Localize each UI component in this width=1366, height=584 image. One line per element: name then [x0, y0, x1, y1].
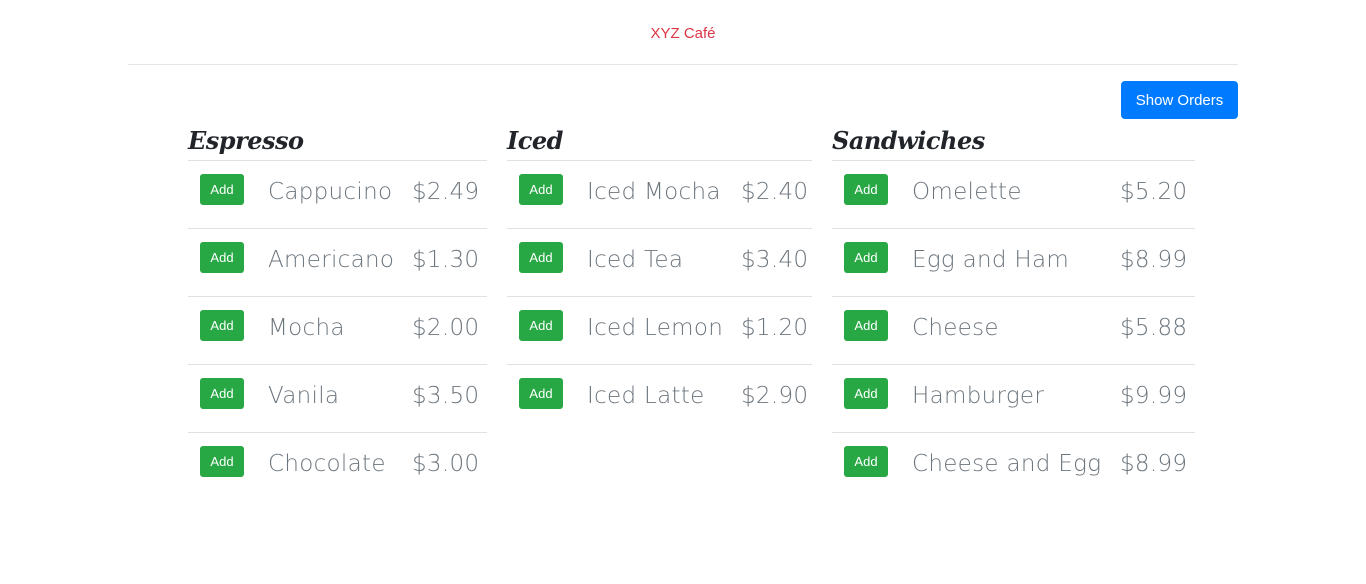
item-name: Omelette [912, 179, 1022, 205]
menu-item-iced-lemon: Add Iced Lemon $1.20 [507, 297, 812, 365]
category-title: Espresso [188, 120, 487, 161]
item-name: Cappucino [268, 179, 393, 205]
item-name: Iced Mocha [587, 179, 721, 205]
item-name: Hamburger [912, 383, 1045, 409]
category-espresso: Espresso Add Cappucino $2.49 Add America… [188, 120, 487, 501]
menu-item-cappucino: Add Cappucino $2.49 [188, 161, 487, 229]
item-name: Egg and Ham [912, 247, 1070, 273]
menu-item-iced-latte: Add Iced Latte $2.90 [507, 365, 812, 433]
item-price: $8.99 [1120, 451, 1188, 477]
item-name: Cheese and Egg [912, 451, 1102, 477]
item-price: $2.49 [412, 179, 480, 205]
add-button[interactable]: Add [844, 242, 888, 273]
item-price: $9.99 [1120, 383, 1188, 409]
menu-item-chocolate: Add Chocolate $3.00 [188, 433, 487, 501]
item-name: Americano [268, 247, 395, 273]
add-button[interactable]: Add [844, 310, 888, 341]
menu-item-americano: Add Americano $1.30 [188, 229, 487, 297]
add-button[interactable]: Add [844, 446, 888, 477]
menu-item-egg-and-ham: Add Egg and Ham $8.99 [832, 229, 1195, 297]
category-iced: Iced Add Iced Mocha $2.40 Add Iced Tea $… [507, 120, 812, 433]
brand-link[interactable]: XYZ Café [650, 25, 715, 42]
menu-item-vanila: Add Vanila $3.50 [188, 365, 487, 433]
navbar: XYZ Café [128, 0, 1238, 65]
item-name: Mocha [268, 315, 345, 341]
show-orders-button[interactable]: Show Orders [1121, 81, 1238, 119]
add-button[interactable]: Add [200, 446, 244, 477]
category-sandwiches: Sandwiches Add Omelette $5.20 Add Egg an… [832, 120, 1195, 501]
item-price: $3.00 [412, 451, 480, 477]
add-button[interactable]: Add [519, 310, 563, 341]
category-title: Iced [507, 120, 812, 161]
menu-item-mocha: Add Mocha $2.00 [188, 297, 487, 365]
item-price: $1.30 [412, 247, 480, 273]
item-name: Vanila [268, 383, 340, 409]
item-price: $1.20 [741, 315, 809, 341]
item-price: $2.90 [741, 383, 809, 409]
add-button[interactable]: Add [519, 378, 563, 409]
category-title: Sandwiches [832, 120, 1195, 161]
add-button[interactable]: Add [200, 174, 244, 205]
menu-item-omelette: Add Omelette $5.20 [832, 161, 1195, 229]
item-price: $3.40 [741, 247, 809, 273]
item-name: Cheese [912, 315, 999, 341]
menu-item-cheese: Add Cheese $5.88 [832, 297, 1195, 365]
menu-item-iced-tea: Add Iced Tea $3.40 [507, 229, 812, 297]
add-button[interactable]: Add [844, 174, 888, 205]
menu-item-cheese-and-egg: Add Cheese and Egg $8.99 [832, 433, 1195, 501]
add-button[interactable]: Add [844, 378, 888, 409]
menu-item-hamburger: Add Hamburger $9.99 [832, 365, 1195, 433]
item-price: $5.20 [1120, 179, 1188, 205]
item-price: $5.88 [1120, 315, 1188, 341]
add-button[interactable]: Add [200, 378, 244, 409]
item-price: $3.50 [412, 383, 480, 409]
item-name: Iced Tea [587, 247, 684, 273]
item-name: Iced Latte [587, 383, 705, 409]
add-button[interactable]: Add [519, 174, 563, 205]
item-name: Iced Lemon [587, 315, 724, 341]
item-price: $2.40 [741, 179, 809, 205]
add-button[interactable]: Add [519, 242, 563, 273]
item-name: Chocolate [268, 451, 386, 477]
add-button[interactable]: Add [200, 310, 244, 341]
item-price: $8.99 [1120, 247, 1188, 273]
item-price: $2.00 [412, 315, 480, 341]
add-button[interactable]: Add [200, 242, 244, 273]
menu-item-iced-mocha: Add Iced Mocha $2.40 [507, 161, 812, 229]
